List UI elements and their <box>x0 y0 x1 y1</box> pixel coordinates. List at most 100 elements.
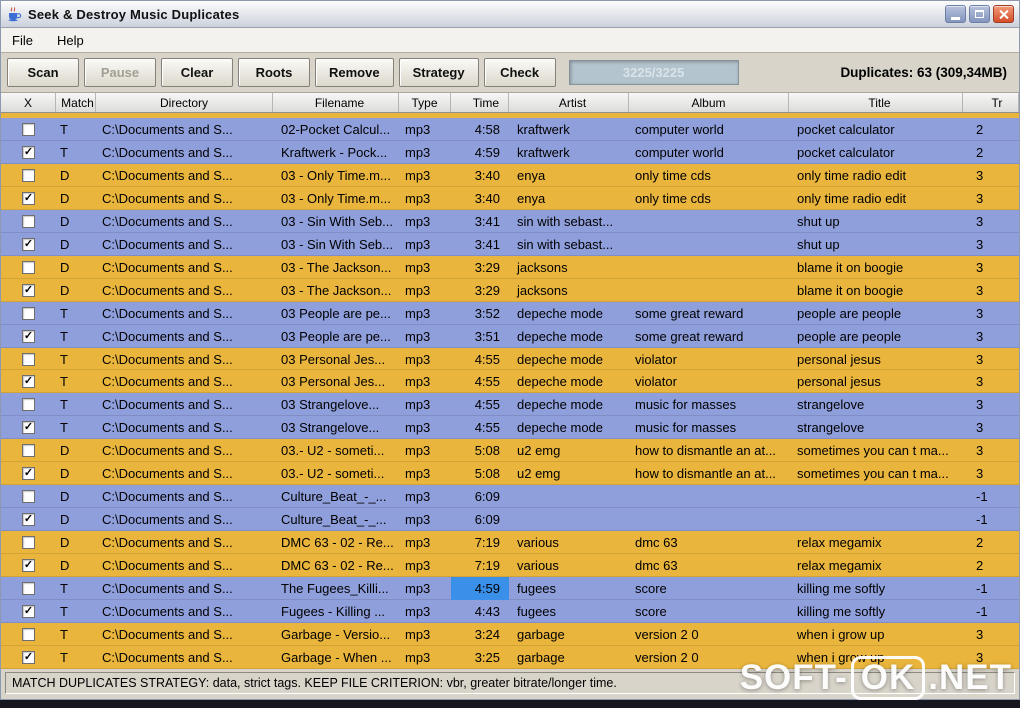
cell-filename[interactable]: 03 Personal Jes... <box>273 348 399 371</box>
cell-title[interactable]: pocket calculator <box>789 118 963 141</box>
cell-time[interactable]: 3:52 <box>451 302 509 325</box>
cell-album[interactable]: music for masses <box>629 393 789 416</box>
cell-directory[interactable]: C:\Documents and S... <box>96 164 273 187</box>
cell-artist[interactable]: fugees <box>509 577 629 600</box>
row-checkbox-unchecked[interactable] <box>22 582 35 596</box>
cell-track[interactable]: 3 <box>963 439 1019 462</box>
cell-artist[interactable]: kraftwerk <box>509 141 629 164</box>
column-header-tr[interactable]: Tr <box>963 93 1019 112</box>
cell-title[interactable]: when i grow up <box>789 623 963 646</box>
row-checkbox-checked[interactable]: ✓ <box>22 237 35 251</box>
menu-item-help[interactable]: Help <box>55 31 86 50</box>
strategy-button[interactable]: Strategy <box>398 58 479 87</box>
cell-track[interactable]: 3 <box>963 233 1019 256</box>
cell-artist[interactable]: kraftwerk <box>509 118 629 141</box>
row-checkbox-unchecked[interactable] <box>22 122 35 136</box>
cell-title[interactable]: relax megamix <box>789 531 963 554</box>
cell-filename[interactable]: 03 - The Jackson... <box>273 256 399 279</box>
cell-match[interactable]: D <box>56 439 96 462</box>
cell-time[interactable]: 5:08 <box>451 462 509 485</box>
cell-title[interactable]: shut up <box>789 210 963 233</box>
cell-match[interactable]: D <box>56 233 96 256</box>
column-header-time[interactable]: Time <box>451 93 509 112</box>
cell-filename[interactable]: The Fugees_Killi... <box>273 577 399 600</box>
cell-directory[interactable]: C:\Documents and S... <box>96 233 273 256</box>
clear-button[interactable]: Clear <box>161 58 233 87</box>
cell-title[interactable] <box>789 485 963 508</box>
cell-title[interactable]: blame it on boogie <box>789 279 963 302</box>
table-row[interactable]: ✓ D C:\Documents and S... Culture_Beat_-_..… <box>1 508 1019 532</box>
row-checkbox-checked[interactable]: ✓ <box>22 421 35 435</box>
cell-track[interactable]: 3 <box>963 164 1019 187</box>
cell-time[interactable]: 7:19 <box>451 531 509 554</box>
cell-filename[interactable]: 03 Strangelove... <box>273 393 399 416</box>
cell-match[interactable]: D <box>56 164 96 187</box>
cell-album[interactable] <box>629 508 789 531</box>
cell-title[interactable]: killing me softly <box>789 577 963 600</box>
row-checkbox-unchecked[interactable] <box>22 352 35 366</box>
cell-match[interactable]: D <box>56 187 96 210</box>
table-row[interactable]: T C:\Documents and S... The Fugees_Killi..… <box>1 577 1019 601</box>
cell-title[interactable]: only time radio edit <box>789 187 963 210</box>
cell-type[interactable]: mp3 <box>399 279 451 302</box>
maximize-button[interactable] <box>969 5 990 23</box>
cell-time[interactable]: 6:09 <box>451 508 509 531</box>
cell-time[interactable]: 3:29 <box>451 256 509 279</box>
cell-album[interactable]: some great reward <box>629 325 789 348</box>
cell-type[interactable]: mp3 <box>399 187 451 210</box>
cell-match[interactable]: T <box>56 623 96 646</box>
cell-filename[interactable]: 03 Personal Jes... <box>273 370 399 393</box>
cell-time[interactable]: 3:29 <box>451 279 509 302</box>
cell-track[interactable]: 3 <box>963 348 1019 371</box>
cell-time[interactable]: 3:40 <box>451 164 509 187</box>
table-row[interactable]: ✓ T C:\Documents and S... 03 People are pe.… <box>1 324 1019 348</box>
cell-artist[interactable]: u2 emg <box>509 462 629 485</box>
row-checkbox-unchecked[interactable] <box>22 536 35 550</box>
cell-title[interactable]: blame it on boogie <box>789 256 963 279</box>
cell-artist[interactable]: depeche mode <box>509 302 629 325</box>
cell-track[interactable]: 3 <box>963 256 1019 279</box>
cell-match[interactable]: T <box>56 370 96 393</box>
cell-directory[interactable]: C:\Documents and S... <box>96 577 273 600</box>
cell-album[interactable]: violator <box>629 348 789 371</box>
cell-type[interactable]: mp3 <box>399 348 451 371</box>
column-header-type[interactable]: Type <box>399 93 451 112</box>
cell-type[interactable]: mp3 <box>399 141 451 164</box>
table-row[interactable]: D C:\Documents and S... Culture_Beat_-_...… <box>1 485 1019 509</box>
cell-track[interactable]: 3 <box>963 416 1019 439</box>
cell-album[interactable]: computer world <box>629 141 789 164</box>
cell-directory[interactable]: C:\Documents and S... <box>96 325 273 348</box>
cell-type[interactable]: mp3 <box>399 370 451 393</box>
cell-match[interactable]: T <box>56 302 96 325</box>
cell-track[interactable]: 3 <box>963 187 1019 210</box>
scan-button[interactable]: Scan <box>7 58 79 87</box>
column-header-x[interactable]: X <box>1 93 56 112</box>
cell-title[interactable]: killing me softly <box>789 600 963 623</box>
cell-artist[interactable] <box>509 485 629 508</box>
cell-title[interactable]: relax megamix <box>789 554 963 577</box>
cell-time[interactable]: 5:08 <box>451 439 509 462</box>
cell-filename[interactable]: Fugees - Killing ... <box>273 600 399 623</box>
cell-artist[interactable]: sin with sebast... <box>509 233 629 256</box>
menu-item-file[interactable]: File <box>10 31 35 50</box>
cell-artist[interactable]: depeche mode <box>509 393 629 416</box>
cell-album[interactable]: computer world <box>629 118 789 141</box>
cell-time[interactable]: 4:55 <box>451 370 509 393</box>
cell-track[interactable]: 3 <box>963 393 1019 416</box>
cell-artist[interactable]: various <box>509 531 629 554</box>
cell-match[interactable]: T <box>56 348 96 371</box>
cell-artist[interactable]: jacksons <box>509 279 629 302</box>
cell-album[interactable]: only time cds <box>629 187 789 210</box>
cell-filename[interactable]: Garbage - When ... <box>273 646 399 669</box>
minimize-button[interactable] <box>945 5 966 23</box>
cell-artist[interactable]: u2 emg <box>509 439 629 462</box>
cell-filename[interactable]: 03.- U2 - someti... <box>273 462 399 485</box>
check-button[interactable]: Check <box>483 58 556 87</box>
cell-type[interactable]: mp3 <box>399 118 451 141</box>
table-row[interactable]: T C:\Documents and S... 03 People are pe..… <box>1 301 1019 325</box>
cell-filename[interactable]: 03 - Only Time.m... <box>273 187 399 210</box>
cell-title[interactable]: personal jesus <box>789 370 963 393</box>
cell-directory[interactable]: C:\Documents and S... <box>96 416 273 439</box>
cell-track[interactable]: 2 <box>963 531 1019 554</box>
cell-album[interactable]: score <box>629 600 789 623</box>
